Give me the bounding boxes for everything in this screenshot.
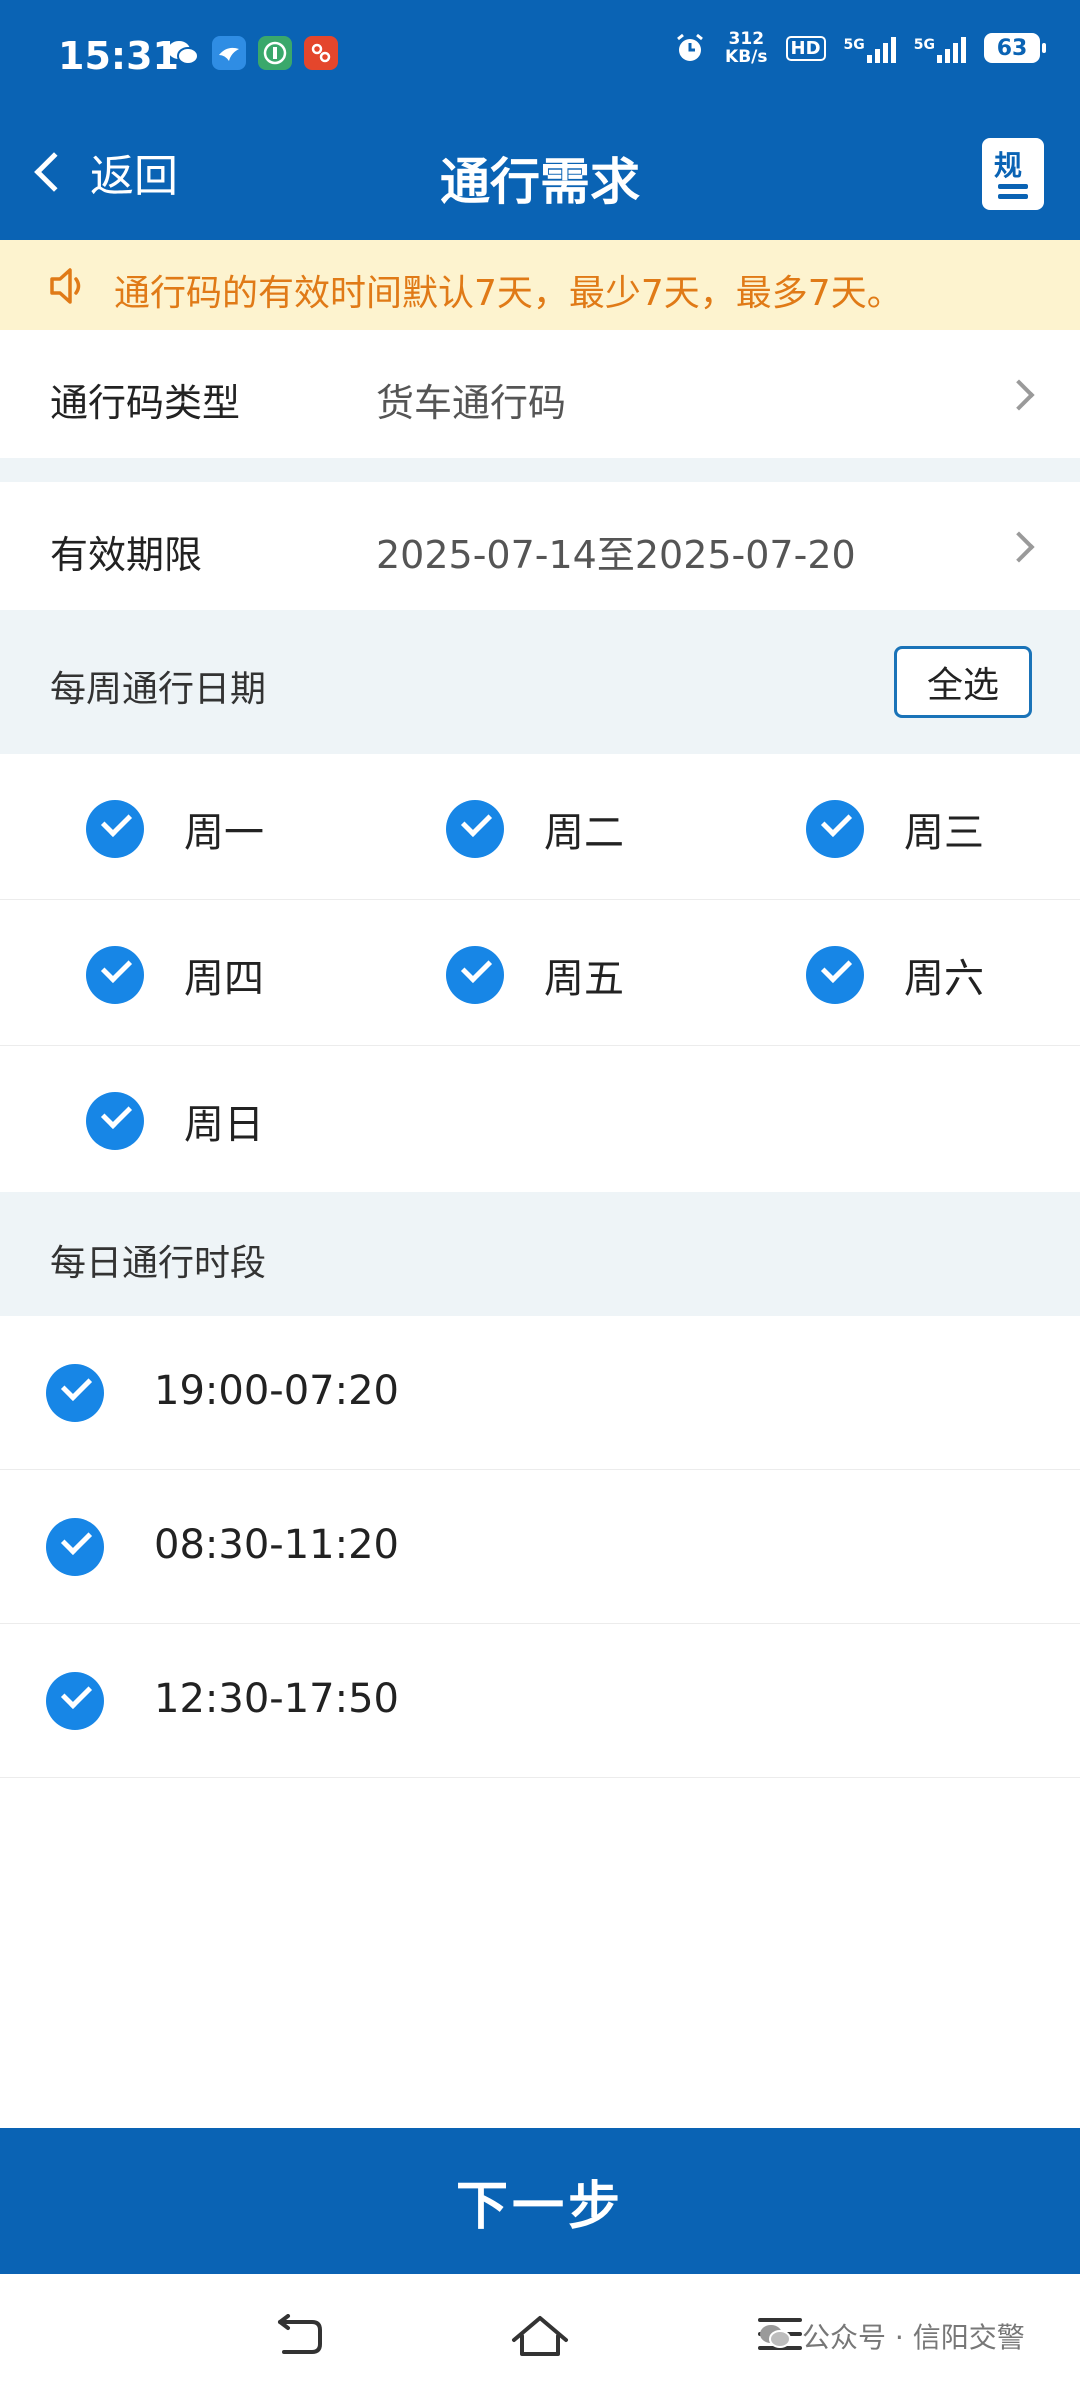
validity-value: 2025-07-14至2025-07-20: [376, 533, 856, 577]
wechat-icon: [166, 36, 200, 70]
status-right: 312 KB/s HD 5G 5G 63: [673, 29, 1046, 67]
day-option-sat[interactable]: 周六: [806, 946, 984, 1004]
validity-row[interactable]: 有效期限 2025-07-14至2025-07-20: [0, 482, 1080, 610]
bird-app-icon: [212, 36, 246, 70]
pass-type-label: 通行码类型: [50, 381, 241, 425]
back-nav-icon[interactable]: [272, 2314, 328, 2358]
day-option-mon[interactable]: 周一: [86, 800, 264, 858]
time-slot-row[interactable]: 08:30-11:20: [0, 1470, 1080, 1624]
pass-type-value: 货车通行码: [376, 381, 567, 425]
day-option-thu[interactable]: 周四: [86, 946, 264, 1004]
validity-label: 有效期限: [50, 533, 203, 577]
checked-icon: [86, 800, 144, 858]
notice-text: 通行码的有效时间默认7天，最少7天，最多7天。: [114, 273, 903, 314]
notice-bar: 通行码的有效时间默认7天，最少7天，最多7天。: [0, 240, 1080, 330]
pass-type-row[interactable]: 通行码类型 货车通行码: [0, 330, 1080, 458]
checked-icon: [86, 946, 144, 1004]
weekly-section-header: 每周通行日期 全选: [0, 610, 1080, 754]
nav-bar: 返回 通行需求 规: [0, 120, 1080, 230]
select-all-button[interactable]: 全选: [894, 646, 1032, 718]
time-slot-row[interactable]: 12:30-17:50: [0, 1624, 1080, 1778]
weekday-row: 周四 周五 周六: [0, 900, 1080, 1046]
day-option-fri[interactable]: 周五: [446, 946, 624, 1004]
chevron-right-icon: [1003, 531, 1035, 563]
shopping-app-icon: [304, 36, 338, 70]
checked-icon: [46, 1364, 104, 1422]
day-option-tue[interactable]: 周二: [446, 800, 624, 858]
weekly-label: 每周通行日期: [50, 669, 267, 710]
checked-icon: [446, 800, 504, 858]
weekday-row: 周日: [0, 1046, 1080, 1192]
day-option-sun[interactable]: 周日: [86, 1092, 264, 1150]
checked-icon: [806, 800, 864, 858]
hd-indicator: HD: [785, 35, 826, 61]
battery-icon: 63: [984, 33, 1046, 63]
page-title: 通行需求: [440, 153, 640, 211]
signal-1-icon: 5G: [844, 33, 896, 63]
net-speed: 312 KB/s: [725, 29, 768, 67]
day-option-wed[interactable]: 周三: [806, 800, 984, 858]
signal-2-icon: 5G: [914, 33, 966, 63]
next-step-button[interactable]: 下一步: [0, 2128, 1080, 2274]
speaker-icon: [50, 268, 81, 304]
watermark: 公众号 · 信阳交警: [758, 2316, 1025, 2356]
app-header: 15:31 312 KB/s HD 5G 5G 63 返回 通行需求 规: [0, 0, 1080, 240]
bank-app-icon: [258, 36, 292, 70]
daily-label: 每日通行时段: [50, 1243, 267, 1284]
status-bar: 15:31 312 KB/s HD 5G 5G 63: [0, 0, 1080, 110]
wechat-official-account-icon: [760, 2325, 791, 2348]
checked-icon: [46, 1518, 104, 1576]
daily-section-header: 每日通行时段: [0, 1192, 1080, 1316]
divider: [0, 458, 1080, 482]
rules-document-icon[interactable]: 规: [982, 138, 1044, 210]
chevron-right-icon: [1003, 379, 1035, 411]
home-nav-icon[interactable]: [510, 2314, 570, 2362]
status-time: 15:31: [58, 34, 179, 78]
checked-icon: [446, 946, 504, 1004]
alarm-icon: [677, 33, 703, 61]
checked-icon: [46, 1672, 104, 1730]
checked-icon: [86, 1092, 144, 1150]
weekday-row: 周一 周二 周三: [0, 754, 1080, 900]
notification-icons: [166, 36, 338, 70]
time-slot-row[interactable]: 19:00-07:20: [0, 1316, 1080, 1470]
checked-icon: [806, 946, 864, 1004]
